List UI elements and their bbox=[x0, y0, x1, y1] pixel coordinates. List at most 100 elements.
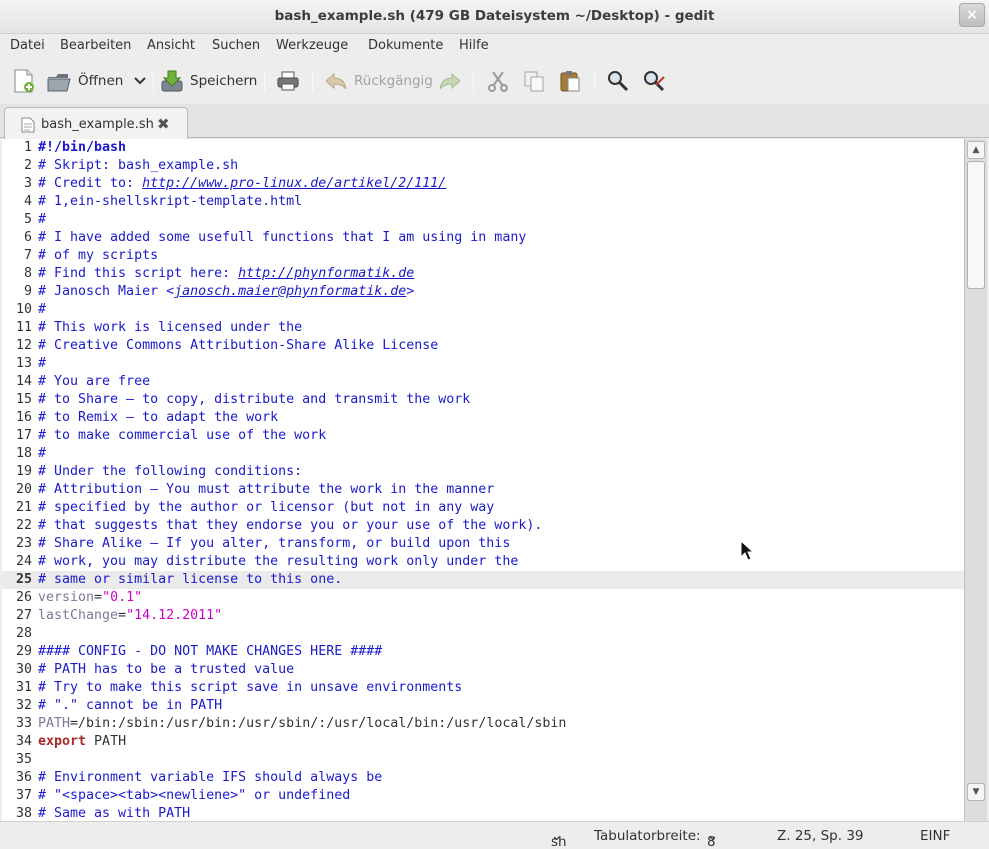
comment-text: # PATH has to be a trusted value bbox=[38, 662, 295, 677]
code-line[interactable]: 11 # This work is licensed under the bbox=[2, 319, 964, 337]
menu-hilfe[interactable]: Hilfe bbox=[459, 38, 489, 53]
code-line[interactable]: 2 # Skript: bash_example.sh bbox=[2, 157, 964, 175]
code-line[interactable]: 19 # Under the following conditions: bbox=[2, 463, 964, 481]
save-button[interactable]: Speichern bbox=[160, 66, 257, 96]
menu-datei[interactable]: Datei bbox=[10, 38, 45, 53]
code-line[interactable]: 23 # Share Alike — If you alter, transfor… bbox=[2, 535, 964, 553]
window-close-button[interactable]: × bbox=[959, 3, 985, 27]
line-number: 37 bbox=[15, 788, 32, 803]
search-button[interactable] bbox=[606, 66, 630, 96]
code-text: # Share Alike — If you alter, transform,… bbox=[38, 535, 510, 553]
print-button[interactable] bbox=[276, 66, 300, 96]
save-icon bbox=[161, 70, 183, 92]
tab-width-label: Tabulatorbreite: bbox=[594, 828, 701, 844]
code-text: #### CONFIG - DO NOT MAKE CHANGES HERE #… bbox=[38, 643, 382, 661]
code-line[interactable]: 1 #!/bin/bash bbox=[2, 139, 964, 157]
operator: = bbox=[118, 608, 127, 623]
code-line[interactable]: 35 bbox=[2, 751, 964, 769]
code-line[interactable]: 32 # "." cannot be in PATH bbox=[2, 697, 964, 715]
code-line[interactable]: 31 # Try to make this script save in unsa… bbox=[2, 679, 964, 697]
code-line[interactable]: 22 # that suggests that they endorse you … bbox=[2, 517, 964, 535]
line-number: 9 bbox=[23, 284, 32, 299]
undo-arrow-icon bbox=[325, 72, 347, 90]
menu-suchen[interactable]: Suchen bbox=[212, 38, 260, 53]
code-line[interactable]: 27 lastChange="14.12.2011" bbox=[2, 607, 964, 625]
code-text: # "." cannot be in PATH bbox=[38, 697, 222, 715]
open-label: Öffnen bbox=[78, 73, 124, 89]
code-line[interactable]: 7 # of my scripts bbox=[2, 247, 964, 265]
chevron-down-icon bbox=[134, 77, 146, 85]
identifier: PATH bbox=[86, 734, 127, 749]
undo-button[interactable]: Rückgängig bbox=[324, 66, 433, 96]
code-line[interactable]: 18 # bbox=[2, 445, 964, 463]
code-line[interactable]: 29 #### CONFIG - DO NOT MAKE CHANGES HERE… bbox=[2, 643, 964, 661]
code-text: # Creative Commons Attribution-Share Ali… bbox=[38, 337, 438, 355]
code-line[interactable]: 17 # to make commercial use of the work bbox=[2, 427, 964, 445]
code-line[interactable]: 3 # Credit to: http://www.pro-linux.de/ar… bbox=[2, 175, 964, 193]
cut-button[interactable] bbox=[486, 66, 510, 96]
comment-text: # to Share — to copy, distribute and tra… bbox=[38, 392, 471, 407]
code-line[interactable]: 16 # to Remix — to adapt the work bbox=[2, 409, 964, 427]
cursor-position: Z. 25, Sp. 39 bbox=[777, 828, 864, 844]
code-line[interactable]: 20 # Attribution — You must attribute the… bbox=[2, 481, 964, 499]
tab-width-selector[interactable]: 8 ⌄ bbox=[707, 828, 718, 849]
title-bar: bash_example.sh (479 GB Dateisystem ~/De… bbox=[0, 0, 989, 34]
open-dropdown-button[interactable] bbox=[134, 66, 146, 96]
code-line[interactable]: 15 # to Share — to copy, distribute and t… bbox=[2, 391, 964, 409]
vertical-scrollbar[interactable]: ▲ ▼ bbox=[964, 139, 987, 821]
code-line[interactable]: 14 # You are free bbox=[2, 373, 964, 391]
code-line[interactable]: 21 # specified by the author or licensor … bbox=[2, 499, 964, 517]
menu-ansicht[interactable]: Ansicht bbox=[147, 38, 195, 53]
code-line[interactable]: 28 bbox=[2, 625, 964, 643]
code-line[interactable]: 24 # work, you may distribute the resulti… bbox=[2, 553, 964, 571]
comment-text: # You are free bbox=[38, 374, 151, 389]
code-line[interactable]: 13 # bbox=[2, 355, 964, 373]
code-line[interactable]: 34 export PATH bbox=[2, 733, 964, 751]
toolbar: Öffnen Speichern Rückgängig bbox=[0, 58, 989, 104]
menu-werkzeuge[interactable]: Werkzeuge bbox=[276, 38, 348, 53]
tab-close-icon[interactable]: ✖ bbox=[157, 115, 170, 133]
comment-text: # Find this script here: bbox=[38, 266, 239, 281]
paste-button[interactable] bbox=[558, 66, 582, 96]
code-line[interactable]: 30 # PATH has to be a trusted value bbox=[2, 661, 964, 679]
code-line[interactable]: 5 # bbox=[2, 211, 964, 229]
code-line[interactable]: 25 # same or similar license to this one. bbox=[2, 571, 964, 589]
code-line[interactable]: 12 # Creative Commons Attribution-Share A… bbox=[2, 337, 964, 355]
code-line[interactable]: 36 # Environment variable IFS should alwa… bbox=[2, 769, 964, 787]
scroll-up-arrow-icon[interactable]: ▲ bbox=[967, 141, 985, 159]
insert-mode: EINF bbox=[920, 828, 951, 844]
menu-dokumente[interactable]: Dokumente bbox=[368, 38, 443, 53]
code-line[interactable]: 8 # Find this script here: http://phynfor… bbox=[2, 265, 964, 283]
code-line[interactable]: 37 # "<space><tab><newliene>" or undefine… bbox=[2, 787, 964, 805]
copy-button[interactable] bbox=[522, 66, 546, 96]
tab-bash-example[interactable]: bash_example.sh ✖ bbox=[4, 107, 188, 139]
comment-link: http://phynformatik.de bbox=[238, 266, 415, 281]
code-line[interactable]: 33 PATH=/bin:/sbin:/usr/bin:/usr/sbin/:/u… bbox=[2, 715, 964, 733]
comment-text: # that suggests that they endorse you or… bbox=[38, 518, 543, 533]
code-line[interactable]: 10 # bbox=[2, 301, 964, 319]
new-document-button[interactable] bbox=[12, 66, 36, 96]
redo-button[interactable] bbox=[438, 66, 462, 96]
code-text: # to Share — to copy, distribute and tra… bbox=[38, 391, 470, 409]
line-number: 28 bbox=[15, 626, 32, 641]
save-label: Speichern bbox=[190, 73, 258, 89]
code-line[interactable]: 26 version="0.1" bbox=[2, 589, 964, 607]
operator: = bbox=[70, 716, 79, 731]
menu-bearbeiten[interactable]: Bearbeiten bbox=[60, 38, 131, 53]
code-line[interactable]: 6 # I have added some usefull functions t… bbox=[2, 229, 964, 247]
code-text: # Try to make this script save in unsave… bbox=[38, 679, 462, 697]
code-line[interactable]: 9 # Janosch Maier <janosch.maier@phynform… bbox=[2, 283, 964, 301]
open-button[interactable]: Öffnen bbox=[46, 66, 123, 96]
scroll-down-arrow-icon[interactable]: ▼ bbox=[967, 783, 985, 801]
path-value: /bin:/sbin:/usr/bin:/usr/sbin/:/usr/loca… bbox=[78, 716, 567, 731]
search-replace-button[interactable] bbox=[642, 66, 668, 96]
code-line[interactable]: 38 # Same as with PATH bbox=[2, 805, 964, 821]
code-text: PATH=/bin:/sbin:/usr/bin:/usr/sbin/:/usr… bbox=[38, 715, 566, 733]
text-editor[interactable]: 1 #!/bin/bash 2 # Skript: bash_example.sh 3 #… bbox=[2, 139, 964, 821]
comment-text: # I have added some usefull functions th… bbox=[38, 230, 527, 245]
comment-text: #### CONFIG - DO NOT MAKE CHANGES HERE #… bbox=[38, 644, 383, 659]
code-line[interactable]: 4 # 1,ein-shellskript-template.html bbox=[2, 193, 964, 211]
line-number: 29 bbox=[15, 644, 32, 659]
language-selector[interactable]: sh ⌄ bbox=[551, 828, 567, 849]
scroll-thumb[interactable] bbox=[967, 161, 985, 289]
